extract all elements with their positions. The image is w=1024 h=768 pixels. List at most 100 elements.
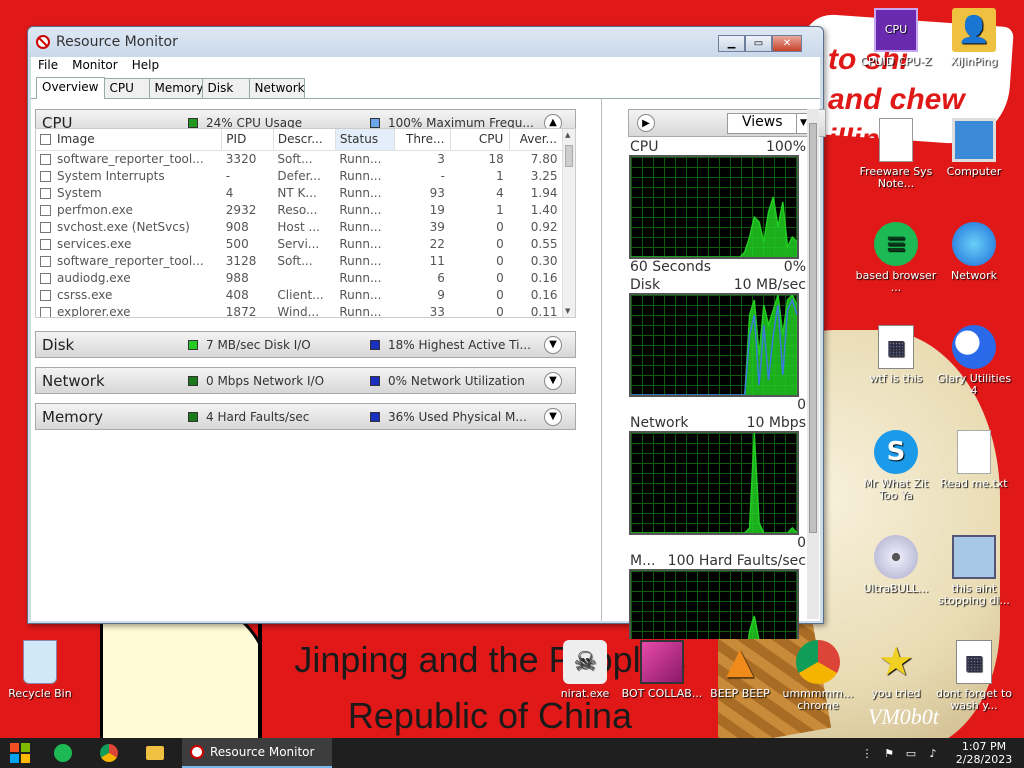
desktop-icon-chrome[interactable]: ummmmm... chrome	[776, 640, 860, 712]
desktop-icon-recycle-bin[interactable]: Recycle Bin	[0, 640, 82, 700]
desktop-icon-wash[interactable]: ▦ dont forget to wash y...	[932, 640, 1016, 712]
desktop-icon-cpuz[interactable]: CPU CPUID CPU-Z	[854, 8, 938, 68]
process-cpu-cell: 0	[496, 270, 504, 285]
taskbar-pinned-chat[interactable]	[40, 738, 86, 768]
table-row[interactable]: software_reporter_tool... 3128 Soft... Runn…	[36, 252, 564, 269]
column-header-average-cpu[interactable]: Aver...	[509, 129, 564, 151]
column-header-description[interactable]: Descr...	[273, 129, 336, 151]
row-checkbox[interactable]	[40, 272, 51, 284]
network-section-header[interactable]: Network 0 Mbps Network I/O 0% Network Ut…	[35, 367, 576, 394]
desktop-icon-bot-collab[interactable]: BOT COLLAB...	[620, 640, 704, 700]
column-header-status[interactable]: Status	[335, 129, 395, 151]
row-checkbox[interactable]	[40, 153, 51, 165]
menu-help[interactable]: Help	[125, 57, 166, 74]
expand-chevron-down-icon[interactable]: ▼	[544, 335, 562, 354]
row-checkbox[interactable]	[40, 238, 51, 250]
network-util-swatch	[370, 375, 380, 386]
process-status-cell: Runn...	[339, 236, 382, 251]
desktop-icon-nirat[interactable]: ☠ nirat.exe	[543, 640, 627, 700]
tab-network[interactable]: Network	[248, 78, 305, 98]
row-checkbox[interactable]	[40, 255, 51, 267]
column-header-pid[interactable]: PID	[221, 129, 274, 151]
table-row[interactable]: software_reporter_tool... 3320 Soft... Runn…	[36, 150, 564, 167]
maximize-button[interactable]: ▭	[745, 35, 772, 52]
menu-monitor[interactable]: Monitor	[65, 57, 125, 74]
volume-icon[interactable]: ♪	[922, 747, 944, 760]
table-row[interactable]: audiodg.exe 988 Runn... 6 0 0.16	[36, 269, 564, 286]
graph-footer-left: 60 Seconds	[630, 259, 712, 275]
flag-icon[interactable]: ⚑	[878, 747, 900, 760]
desktop-icon-you-tried[interactable]: ★ you tried	[854, 640, 938, 700]
column-header-cpu[interactable]: CPU	[450, 129, 511, 151]
row-checkbox[interactable]	[40, 170, 51, 182]
green-series-line	[631, 433, 797, 533]
close-button[interactable]: ✕	[772, 35, 802, 52]
table-row[interactable]: System 4 NT K... Runn... 93 4 1.94	[36, 184, 564, 201]
row-checkbox[interactable]	[40, 187, 51, 199]
scroll-up-arrow-icon[interactable]: ▲	[565, 131, 570, 139]
tab-cpu[interactable]: CPU	[103, 78, 150, 98]
row-checkbox[interactable]	[40, 204, 51, 216]
desktop-icon-skype[interactable]: S Mr What Zit Too Ya	[854, 430, 938, 502]
expand-chevron-down-icon[interactable]: ▼	[544, 407, 562, 426]
chat-icon: ≡	[874, 222, 918, 266]
minimize-button[interactable]: ▁	[718, 35, 745, 52]
row-checkbox[interactable]	[40, 289, 51, 301]
menu-file[interactable]: File	[31, 57, 65, 74]
title-bar[interactable]: Resource Monitor	[28, 27, 823, 57]
network-status-icon[interactable]: ▭	[900, 747, 922, 760]
overview-left-pane: CPU 24% CPU Usage 100% Maximum Frequ... …	[31, 99, 598, 621]
desktop-icon-freeware[interactable]: Freeware Sys Note...	[854, 118, 938, 190]
taskbar-pinned-chrome[interactable]	[86, 738, 132, 768]
graph-pane-scrollbar[interactable]	[807, 109, 819, 619]
desktop-icon-browser[interactable]: ≡ based browser ...	[854, 222, 938, 294]
desktop-icon-ultrabull[interactable]: UltraBULL...	[854, 535, 938, 595]
process-threads-cell: 39	[429, 219, 445, 234]
desktop-icon-wtf[interactable]: ▦ wtf is this	[854, 325, 938, 385]
row-checkbox[interactable]	[40, 221, 51, 233]
clock[interactable]: 1:07 PM 2/28/2023	[944, 740, 1024, 766]
column-header-image[interactable]: Image	[36, 129, 223, 151]
table-row[interactable]: svchost.exe (NetSvcs) 908 Host ... Runn... 3…	[36, 218, 564, 235]
taskbar-pinned-explorer[interactable]	[132, 738, 178, 768]
desktop-icon-readme[interactable]: Read me.txt	[932, 430, 1016, 490]
process-description-cell: Reso...	[277, 202, 318, 217]
disk-section-header[interactable]: Disk 7 MB/sec Disk I/O 18% Highest Activ…	[35, 331, 576, 358]
desktop-icon-network[interactable]: Network	[932, 222, 1016, 282]
tab-disk[interactable]: Disk	[201, 78, 250, 98]
process-average-cpu-cell: 7.80	[530, 151, 558, 166]
desktop-icon-computer[interactable]: Computer	[932, 118, 1016, 178]
table-row[interactable]: services.exe 500 Servi... Runn... 22 0 0.55	[36, 235, 564, 252]
views-dropdown[interactable]: Views ▼	[727, 113, 811, 134]
row-checkbox[interactable]	[40, 306, 51, 317]
network-io-swatch	[188, 375, 198, 386]
process-description-cell: Defer...	[277, 168, 321, 183]
tab-overview[interactable]: Overview	[36, 77, 105, 99]
table-row[interactable]: System Interrupts - Defer... Runn... - 1 3.25	[36, 167, 564, 184]
process-table-scrollbar[interactable]: ▲ ▼	[562, 129, 575, 317]
process-cpu-cell: 0	[496, 253, 504, 268]
scroll-down-arrow-icon[interactable]: ▼	[565, 307, 570, 315]
desktop-icon-vlc[interactable]: ▲ BEEP BEEP	[698, 640, 782, 700]
start-button[interactable]	[0, 738, 40, 768]
table-row[interactable]: csrss.exe 408 Client... Runn... 9 0 0.16	[36, 286, 564, 303]
desktop-icon-glary[interactable]: Glary Utilities 4	[932, 325, 1016, 397]
memory-section-header[interactable]: Memory 4 Hard Faults/sec 36% Used Physic…	[35, 403, 576, 430]
table-row[interactable]: explorer.exe 1872 Wind... Runn... 33 0 0.11	[36, 303, 564, 318]
taskbar-task-resource-monitor[interactable]: Resource Monitor	[182, 738, 332, 768]
column-header-threads[interactable]: Thre...	[394, 129, 452, 151]
more-options-icon[interactable]: ⋮	[856, 747, 878, 760]
desktop-icon-xijinping[interactable]: 👤 XiJinPing	[932, 8, 1016, 68]
process-image-name: explorer.exe	[57, 304, 131, 318]
graph-pane: ▶ Views ▼ CPU 100% 60 Seconds 0% Disk 10 MB/s…	[601, 99, 826, 639]
expand-arrow-icon[interactable]: ▶	[637, 114, 655, 132]
table-row[interactable]: perfmon.exe 2932 Reso... Runn... 19 1 1.40	[36, 201, 564, 218]
scrollbar-thumb[interactable]	[565, 145, 573, 167]
tab-memory[interactable]: Memory	[148, 78, 203, 98]
expand-chevron-down-icon[interactable]: ▼	[544, 371, 562, 390]
select-all-checkbox[interactable]	[40, 134, 51, 146]
desktop-icon-installer[interactable]: this aint stopping di...	[932, 535, 1016, 607]
graph-block: Network 10 Mbps 0	[628, 415, 808, 551]
process-cpu-cell: 0	[496, 287, 504, 302]
scrollbar-thumb[interactable]	[809, 123, 817, 533]
